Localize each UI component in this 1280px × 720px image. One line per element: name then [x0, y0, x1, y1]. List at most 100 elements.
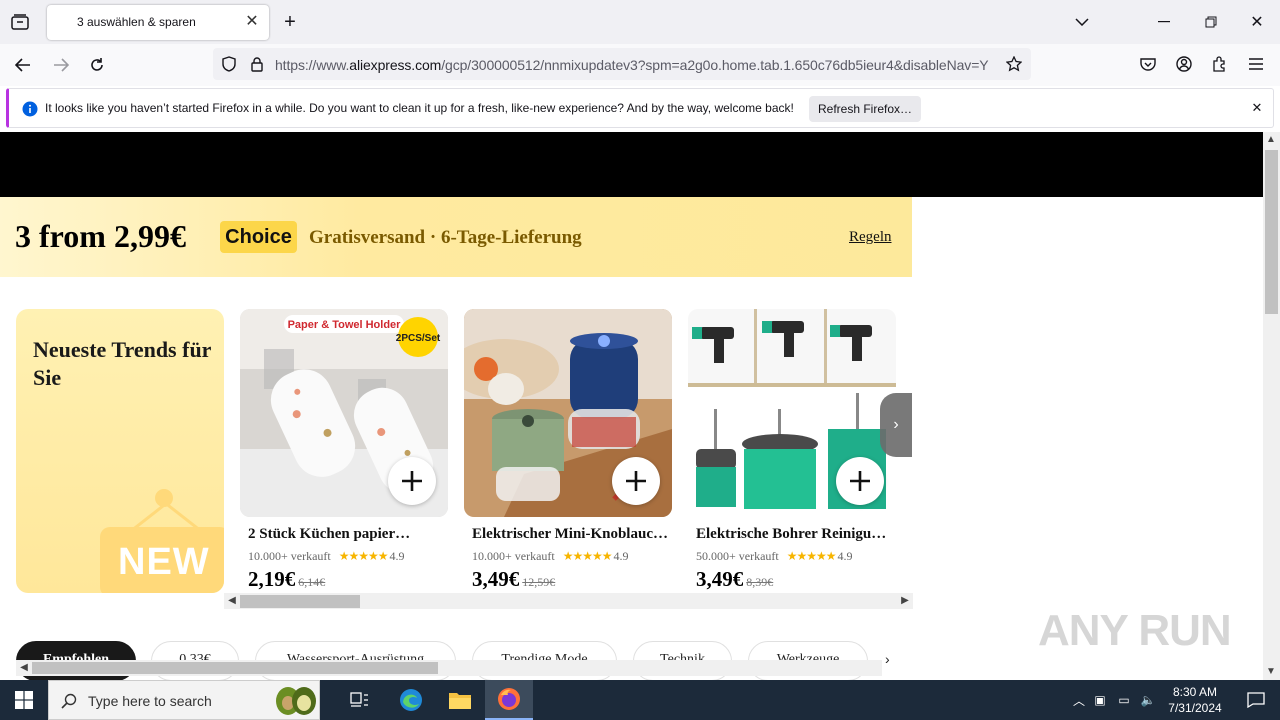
- stars-icon: ★★★★★: [338, 549, 389, 563]
- tab-active[interactable]: 3 auswählen & sparen ✕: [47, 5, 269, 40]
- info-icon: [22, 101, 38, 117]
- rules-link[interactable]: Regeln: [849, 229, 892, 246]
- product-image-garlic-chopper[interactable]: [464, 309, 672, 517]
- add-to-cart-button[interactable]: [388, 457, 436, 505]
- sold-count: 10.000+ verkauft: [248, 549, 331, 563]
- rating-value: 4.9: [389, 549, 405, 563]
- scroll-left-icon[interactable]: ◀: [16, 660, 32, 676]
- rating-value: 4.9: [613, 549, 629, 563]
- promo-banner: 3 from 2,99€ Choice Gratisversand · 6-Ta…: [0, 197, 912, 277]
- trends-card[interactable]: Neueste Trends für Sie NEW: [16, 309, 224, 593]
- new-sign-label: NEW: [118, 541, 210, 583]
- network-icon[interactable]: ▭: [1112, 693, 1136, 707]
- close-notification-icon[interactable]: ✕: [1249, 100, 1265, 116]
- firefox-taskbar-icon[interactable]: [485, 680, 533, 720]
- taskbar-search-box[interactable]: Type here to search: [48, 680, 320, 720]
- notifications-icon[interactable]: [1232, 680, 1280, 720]
- new-sign-icon: NEW: [100, 527, 224, 593]
- plus-icon: [402, 471, 422, 491]
- chips-next-icon[interactable]: ›: [885, 651, 890, 667]
- clock-date: 7/31/2024: [1168, 701, 1222, 715]
- shield-icon[interactable]: [221, 56, 237, 72]
- header-bar: [0, 132, 1263, 197]
- carousel-scrollbar[interactable]: ◀ ▶: [224, 593, 913, 609]
- banner-subtitle: Gratisversand · 6-Tage-Lieferung: [309, 227, 582, 248]
- task-view-icon[interactable]: [336, 680, 384, 720]
- tab-title: 3 auswählen & sparen: [77, 15, 196, 29]
- firefox-notification-bar: It looks like you haven’t started Firefo…: [6, 88, 1274, 128]
- windows-taskbar: Type here to search ︿ ▣ ▭ 🔈 8:30 AM 7/31…: [0, 680, 1280, 720]
- plus-icon: [850, 471, 870, 491]
- product-meta: 10.000+ verkauft ★★★★★ 4.9: [472, 549, 629, 564]
- menu-icon[interactable]: [1246, 54, 1266, 74]
- tray-chevron-up-icon[interactable]: ︿: [1070, 692, 1088, 709]
- price-current: 3,49€: [696, 567, 744, 591]
- minimize-icon[interactable]: [1152, 12, 1176, 32]
- navigation-bar: https://www.aliexpress.com/gcp/300000512…: [0, 44, 1280, 86]
- avocado-search-highlight-icon: [271, 683, 319, 717]
- scroll-up-icon[interactable]: ▲: [1263, 132, 1279, 148]
- chips-scrollbar[interactable]: ◀: [16, 660, 882, 676]
- meet-now-icon[interactable]: ▣: [1088, 693, 1112, 707]
- url-domain: aliexpress.com: [349, 57, 442, 73]
- image-label-text: Paper & Towel Holder: [288, 319, 402, 331]
- scrollbar-thumb[interactable]: [32, 662, 438, 674]
- scroll-left-icon[interactable]: ◀: [224, 593, 240, 609]
- taskbar-clock[interactable]: 8:30 AM 7/31/2024: [1162, 684, 1228, 716]
- search-placeholder: Type here to search: [88, 693, 212, 709]
- url-path: /gcp/300000512/nnmixupdatev3?spm=a2g0o.h…: [441, 57, 989, 73]
- price-old: 8,39€: [746, 575, 774, 589]
- windows-start-icon[interactable]: [0, 680, 48, 720]
- forward-icon[interactable]: [50, 54, 72, 76]
- scroll-down-icon[interactable]: ▼: [1263, 664, 1279, 680]
- refresh-firefox-button[interactable]: Refresh Firefox…: [809, 96, 921, 122]
- lock-icon[interactable]: [249, 56, 265, 72]
- product-price: 2,19€ 6,14€: [248, 567, 325, 592]
- reload-icon[interactable]: [86, 54, 108, 76]
- bookmark-star-icon[interactable]: [1005, 55, 1023, 73]
- list-all-tabs-icon[interactable]: [1072, 12, 1092, 32]
- scrollbar-thumb[interactable]: [240, 595, 360, 608]
- close-window-icon[interactable]: ✕: [1245, 12, 1269, 32]
- scroll-right-icon[interactable]: ▶: [897, 593, 913, 609]
- add-to-cart-button[interactable]: [612, 457, 660, 505]
- sold-count: 10.000+ verkauft: [472, 549, 555, 563]
- new-tab-icon[interactable]: +: [280, 11, 300, 33]
- sign-hook-icon: [155, 489, 173, 507]
- tab-close-icon[interactable]: ✕: [243, 13, 261, 31]
- edge-browser-icon[interactable]: [387, 680, 435, 720]
- tab-bar: 3 auswählen & sparen ✕ + ✕: [0, 0, 1280, 44]
- anyrun-watermark: ANY RUN: [1038, 606, 1232, 655]
- product-title[interactable]: Elektrischer Mini-Knoblauch…: [472, 526, 668, 543]
- url-bar[interactable]: https://www.aliexpress.com/gcp/300000512…: [213, 48, 1031, 80]
- back-icon[interactable]: [12, 54, 34, 76]
- volume-icon[interactable]: 🔈: [1136, 693, 1160, 707]
- file-explorer-icon[interactable]: [436, 680, 484, 720]
- account-icon[interactable]: [1174, 54, 1194, 74]
- clock-time: 8:30 AM: [1172, 685, 1218, 699]
- url-text[interactable]: https://www.aliexpress.com/gcp/300000512…: [275, 57, 1005, 73]
- extensions-icon[interactable]: [1210, 54, 1230, 74]
- price-old: 6,14€: [298, 575, 326, 589]
- trends-title: Neueste Trends für Sie: [33, 337, 212, 390]
- restore-icon[interactable]: [1199, 12, 1223, 32]
- carousel-next-button[interactable]: ›: [880, 393, 912, 457]
- chevron-right-icon: ›: [893, 416, 899, 433]
- page-scrollbar[interactable]: ▲ ▼: [1263, 132, 1280, 680]
- product-meta: 50.000+ verkauft ★★★★★ 4.9: [696, 549, 853, 564]
- rating-value: 4.9: [837, 549, 853, 563]
- scrollbar-thumb[interactable]: [1265, 150, 1278, 314]
- firefox-view-icon[interactable]: [8, 12, 32, 32]
- product-image-paper-towel-holder[interactable]: Paper & Towel Holder 2PCS/Set: [240, 309, 448, 517]
- stars-icon: ★★★★★: [786, 549, 837, 563]
- pocket-icon[interactable]: [1138, 54, 1158, 74]
- product-title[interactable]: 2 Stück Küchen papier…: [248, 526, 444, 543]
- product-price: 3,49€ 8,39€: [696, 567, 773, 592]
- stars-icon: ★★★★★: [562, 549, 613, 563]
- price-current: 3,49€: [472, 567, 520, 591]
- search-icon: [61, 693, 77, 709]
- product-title[interactable]: Elektrische Bohrer Reinigun…: [696, 526, 892, 543]
- product-image-drill-brushes[interactable]: [688, 309, 896, 517]
- product-meta: 10.000+ verkauft ★★★★★ 4.9: [248, 549, 405, 564]
- add-to-cart-button[interactable]: [836, 457, 884, 505]
